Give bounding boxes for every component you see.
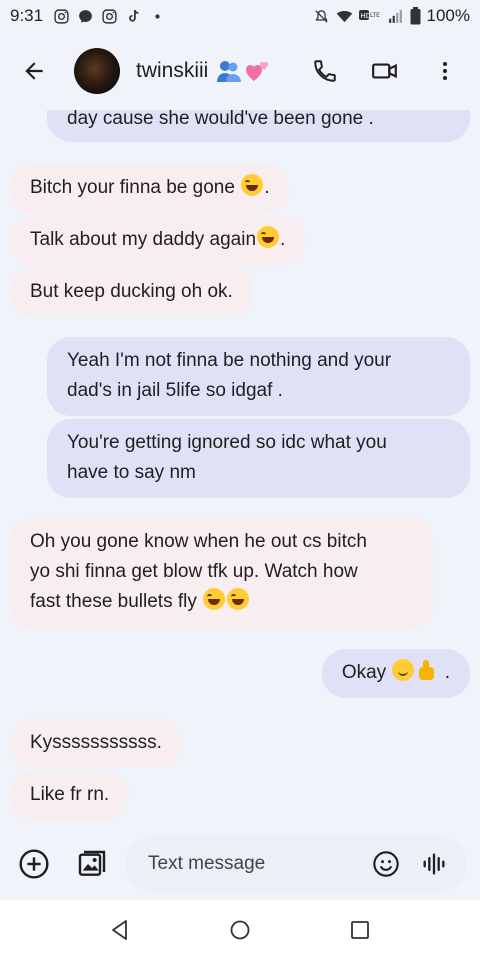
message-text-tail: .	[264, 177, 270, 198]
phone-icon	[314, 60, 336, 82]
gallery-icon	[78, 850, 106, 876]
name-emojis	[216, 59, 271, 83]
composer-placeholder: Text message	[148, 853, 266, 874]
message-text: Kysssssssssss.	[30, 732, 162, 753]
message-line: fast these bullets fly	[30, 591, 203, 612]
signal-icon	[388, 9, 402, 23]
system-status: HD LTE 100%	[313, 6, 470, 26]
home-circle-icon	[230, 920, 250, 940]
smiling-emoji-icon	[392, 659, 415, 681]
people-hugging-icon	[217, 61, 242, 82]
battery-icon	[410, 7, 421, 25]
call-button[interactable]	[310, 56, 340, 86]
add-circle-icon	[19, 849, 49, 879]
message-line: Oh you gone know when he out cs bitch	[30, 531, 367, 552]
message-text: Bitch your finna be gone	[30, 177, 241, 198]
message-bubble-incoming[interactable]: Oh you gone know when he out cs bitch yo…	[10, 518, 433, 629]
system-navigation-bar	[0, 900, 480, 960]
header-actions	[310, 56, 466, 86]
notification-icons	[53, 8, 166, 25]
wifi-icon	[336, 10, 352, 22]
nav-home-button[interactable]	[220, 910, 260, 950]
messenger-icon	[79, 9, 92, 23]
back-button[interactable]	[14, 51, 54, 91]
message-bubble-incoming[interactable]: Like fr rn.	[10, 771, 130, 820]
laughing-emoji-icon	[241, 174, 264, 196]
message-text: Talk about my daddy again	[30, 229, 257, 250]
message-line: Yeah I'm not finna be nothing and your	[67, 350, 392, 371]
message-text: day cause she would've been gone .	[67, 110, 374, 129]
tiktok-icon	[129, 9, 139, 22]
svg-text:LTE: LTE	[370, 12, 380, 19]
attach-button[interactable]	[14, 844, 54, 884]
back-triangle-icon	[112, 920, 127, 940]
more-options-button[interactable]	[430, 56, 460, 86]
message-bubble-incoming[interactable]: Kysssssssssss.	[10, 719, 182, 768]
status-time: 9:31	[10, 6, 44, 25]
conversation-header: twinskiii	[0, 32, 480, 110]
more-vert-icon	[443, 62, 447, 80]
message-bubble-outgoing[interactable]: Okay .	[321, 649, 470, 698]
message-text: But keep ducking oh ok.	[30, 281, 233, 302]
laughing-emoji-icon	[257, 226, 280, 248]
video-call-icon	[372, 63, 397, 79]
thumbs-up-icon	[416, 659, 438, 681]
contact-avatar[interactable]	[74, 48, 120, 94]
message-composer: Text message	[0, 828, 480, 900]
message-line: dad's in jail 5life so idgaf .	[67, 380, 283, 401]
message-line: You're getting ignored so idc what you	[67, 432, 387, 453]
message-bubble-outgoing[interactable]: Yeah I'm not finna be nothing and your d…	[47, 337, 470, 416]
voice-icon[interactable]	[420, 850, 448, 878]
message-text-tail: .	[280, 229, 286, 250]
instagram-icon	[102, 8, 117, 24]
message-bubble-outgoing[interactable]: You're getting ignored so idc what you h…	[47, 419, 470, 498]
message-text: Like fr rn.	[30, 784, 110, 805]
arrow-back-icon	[25, 62, 43, 80]
message-line: yo shi finna get blow tfk up. Watch how	[30, 561, 358, 582]
emoji-icon[interactable]	[372, 850, 400, 878]
message-text: Okay	[341, 662, 392, 683]
message-bubble-outgoing[interactable]: day cause she would've been gone .	[47, 110, 470, 142]
dot-icon	[155, 13, 160, 19]
video-call-button[interactable]	[370, 56, 400, 86]
message-text-tail: .	[439, 662, 450, 683]
battery-percent: 100%	[426, 6, 470, 25]
message-line: have to say nm	[67, 462, 196, 483]
instagram-icon	[54, 8, 69, 24]
mute-icon	[314, 9, 328, 23]
message-bubble-incoming[interactable]: But keep ducking oh ok.	[10, 268, 253, 317]
message-list[interactable]: day cause she would've been gone . Bitch…	[0, 110, 480, 828]
two-hearts-icon	[246, 62, 269, 81]
hd-lte-icon: HDLTE	[358, 9, 380, 20]
nav-recents-button[interactable]	[340, 910, 380, 950]
laughing-emoji-icon	[227, 588, 250, 610]
recents-square-icon	[351, 921, 369, 939]
nav-back-button[interactable]	[100, 910, 140, 950]
gallery-button[interactable]	[72, 844, 112, 884]
laughing-emoji-icon	[203, 588, 226, 610]
contact-name[interactable]: twinskiii	[136, 59, 208, 83]
status-bar: 9:31 HD LTE 100%	[0, 0, 480, 32]
text-message-input[interactable]: Text message	[126, 835, 466, 893]
message-bubble-incoming[interactable]: Bitch your finna be gone .	[10, 164, 290, 213]
composer-field-icons	[372, 850, 448, 878]
message-bubble-incoming[interactable]: Talk about my daddy again.	[10, 216, 306, 265]
